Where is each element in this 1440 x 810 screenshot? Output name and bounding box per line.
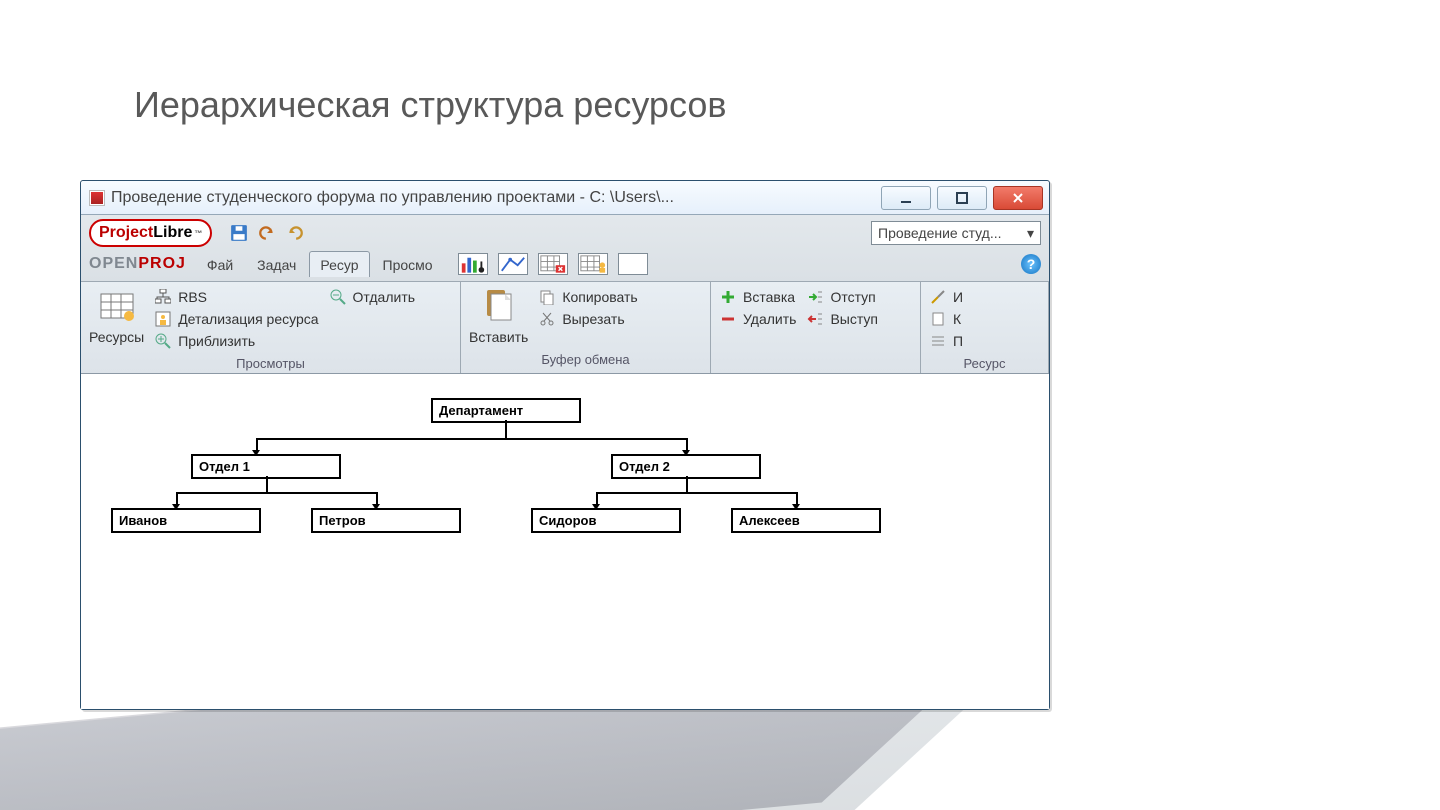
outdent-button[interactable]: Выступ <box>806 308 878 330</box>
zoom-in-icon <box>154 332 172 350</box>
help-icon[interactable]: ? <box>1021 254 1041 274</box>
app-icon <box>89 190 105 206</box>
cut-button[interactable]: Вырезать <box>538 308 637 330</box>
tab-file[interactable]: Фай <box>196 251 244 277</box>
insert-button[interactable]: Вставка <box>719 286 796 308</box>
resources-label: Ресурсы <box>89 326 144 348</box>
paste-icon[interactable] <box>479 286 519 326</box>
zoom-in-button[interactable]: Приблизить <box>154 330 318 352</box>
node-sidorov[interactable]: Сидоров <box>531 508 681 533</box>
ribbon: ProjectLibre™ Проведение студ... ▾ OPENP… <box>81 215 1049 374</box>
chevron-down-icon: ▾ <box>1027 225 1034 242</box>
node-petrov[interactable]: Петров <box>311 508 461 533</box>
project-selector-label: Проведение студ... <box>878 225 1002 241</box>
minimize-button[interactable] <box>881 186 931 210</box>
node-ivanov[interactable]: Иванов <box>111 508 261 533</box>
group-title-clipboard: Буфер обмена <box>469 348 702 367</box>
tab-view[interactable]: Просмо <box>372 251 444 277</box>
node-alexeev[interactable]: Алексеев <box>731 508 881 533</box>
indent-icon <box>806 288 824 306</box>
table-x-icon[interactable] <box>538 253 568 275</box>
titlebar[interactable]: Проведение студенческого форума по управ… <box>81 181 1049 215</box>
rbs-button[interactable]: RBS <box>154 286 318 308</box>
group-title-views: Просмотры <box>89 352 452 371</box>
histogram-icon[interactable] <box>458 253 488 275</box>
save-icon[interactable] <box>230 224 248 242</box>
app-window: Проведение студенческого форума по управ… <box>80 180 1050 710</box>
copy-icon <box>538 288 556 306</box>
ribbon-view-icons <box>458 253 648 275</box>
delete-button[interactable]: Удалить <box>719 308 796 330</box>
openproj-logo: OPENPROJ <box>89 255 186 273</box>
slide-title: Иерархическая структура ресурсов <box>134 84 727 126</box>
list-icon <box>929 332 947 350</box>
tool-button-1[interactable]: И <box>929 286 963 308</box>
ribbon-group-views: Ресурсы RBS Детализация ресурса <box>81 282 461 373</box>
org-chart: Департамент Отдел 1 Отдел 2 <box>91 398 991 618</box>
blank-box <box>618 253 648 275</box>
tab-resource[interactable]: Ресур <box>309 251 369 277</box>
tools-icon <box>929 288 947 306</box>
rbs-icon <box>154 288 172 306</box>
zoom-out-button[interactable]: Отдалить <box>329 286 416 308</box>
canvas[interactable]: Департамент Отдел 1 Отдел 2 <box>81 388 1049 709</box>
ribbon-group-clipboard: Вставить Копировать Вырезать <box>461 282 711 373</box>
quick-access-toolbar <box>230 224 304 242</box>
resources-icon[interactable] <box>97 286 137 326</box>
cut-icon <box>538 310 556 328</box>
outdent-icon <box>806 310 824 328</box>
chart-icon[interactable] <box>498 253 528 275</box>
ribbon-group-resource: И К П Ресурс <box>921 282 1049 373</box>
maximize-button[interactable] <box>937 186 987 210</box>
window-title: Проведение студенческого форума по управ… <box>111 189 881 207</box>
table-person-icon[interactable] <box>578 253 608 275</box>
app-logo: ProjectLibre™ <box>89 219 212 247</box>
undo-icon[interactable] <box>258 224 276 242</box>
plus-icon <box>719 288 737 306</box>
window-controls <box>881 186 1049 210</box>
ribbon-group-edit: Вставка Удалить Отступ <box>711 282 921 373</box>
project-selector[interactable]: Проведение студ... ▾ <box>871 221 1041 245</box>
close-button[interactable] <box>993 186 1043 210</box>
redo-icon[interactable] <box>286 224 304 242</box>
tab-task[interactable]: Задач <box>246 251 307 277</box>
zoom-out-icon <box>329 288 347 306</box>
indent-button[interactable]: Отступ <box>806 286 878 308</box>
tool-button-3[interactable]: П <box>929 330 963 352</box>
group-title-resource: Ресурс <box>929 352 1040 371</box>
minus-icon <box>719 310 737 328</box>
paste-label: Вставить <box>469 326 528 348</box>
detail-icon <box>154 310 172 328</box>
copy-button[interactable]: Копировать <box>538 286 637 308</box>
tool-button-2[interactable]: К <box>929 308 963 330</box>
doc-icon <box>929 310 947 328</box>
resource-detail-button[interactable]: Детализация ресурса <box>154 308 318 330</box>
